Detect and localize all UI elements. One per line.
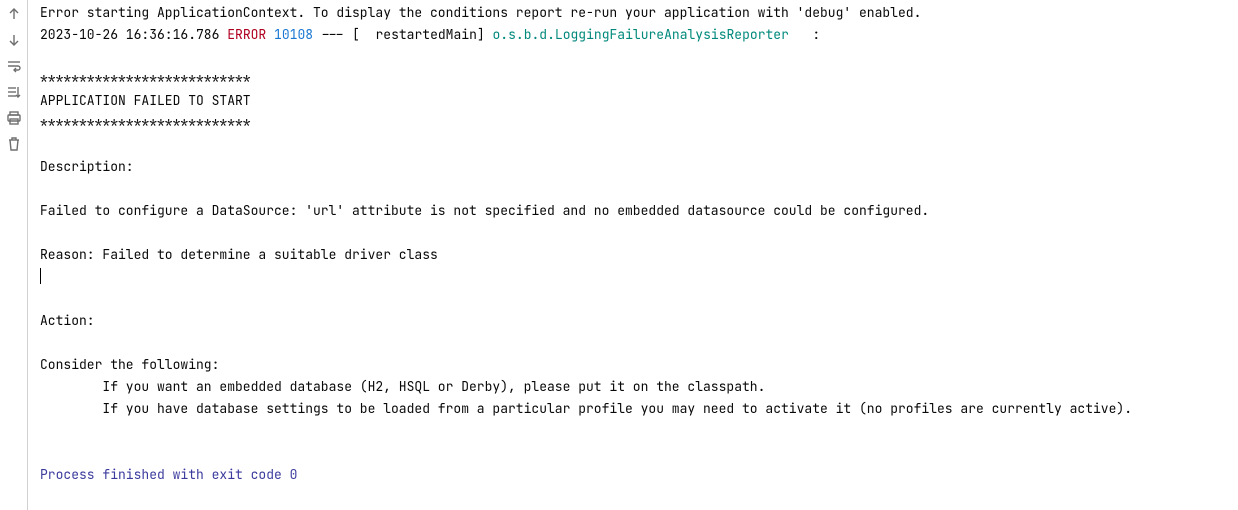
log-pid: 10108 xyxy=(274,26,313,43)
arrow-down-icon[interactable] xyxy=(4,30,24,50)
soft-wrap-icon[interactable] xyxy=(4,56,24,76)
log-timestamp: 2023-10-26 16:36:16.786 xyxy=(40,26,219,43)
exit-code: Process finished with exit code 0 xyxy=(40,466,297,483)
option-1: If you want an embedded database (H2, HS… xyxy=(40,378,765,395)
description-header: Description: xyxy=(40,158,134,175)
consider-text: Consider the following: xyxy=(40,356,219,373)
scroll-end-icon[interactable] xyxy=(4,82,24,102)
text-cursor xyxy=(40,268,41,284)
log-level: ERROR xyxy=(227,26,266,43)
option-2: If you have database settings to be load… xyxy=(40,400,1132,417)
trash-icon[interactable] xyxy=(4,134,24,154)
failed-header: APPLICATION FAILED TO START xyxy=(40,92,251,109)
console-output[interactable]: Error starting ApplicationContext. To di… xyxy=(28,0,1238,510)
stars: *************************** xyxy=(40,114,251,131)
description-text: Failed to configure a DataSource: 'url' … xyxy=(40,202,929,219)
stars: *************************** xyxy=(40,70,251,87)
reason-text: Reason: Failed to determine a suitable d… xyxy=(40,246,438,263)
log-colon: : xyxy=(805,26,828,43)
log-sep: --- [ xyxy=(313,26,360,43)
log-logger: o.s.b.d.LoggingFailureAnalysisReporter xyxy=(493,26,805,43)
log-sep2: ] xyxy=(477,26,493,43)
log-line: Error starting ApplicationContext. To di… xyxy=(40,4,921,21)
log-thread: restartedMain xyxy=(360,26,477,43)
arrow-up-icon[interactable] xyxy=(4,4,24,24)
action-header: Action: xyxy=(40,312,95,329)
console-toolbar xyxy=(0,0,28,510)
print-icon[interactable] xyxy=(4,108,24,128)
